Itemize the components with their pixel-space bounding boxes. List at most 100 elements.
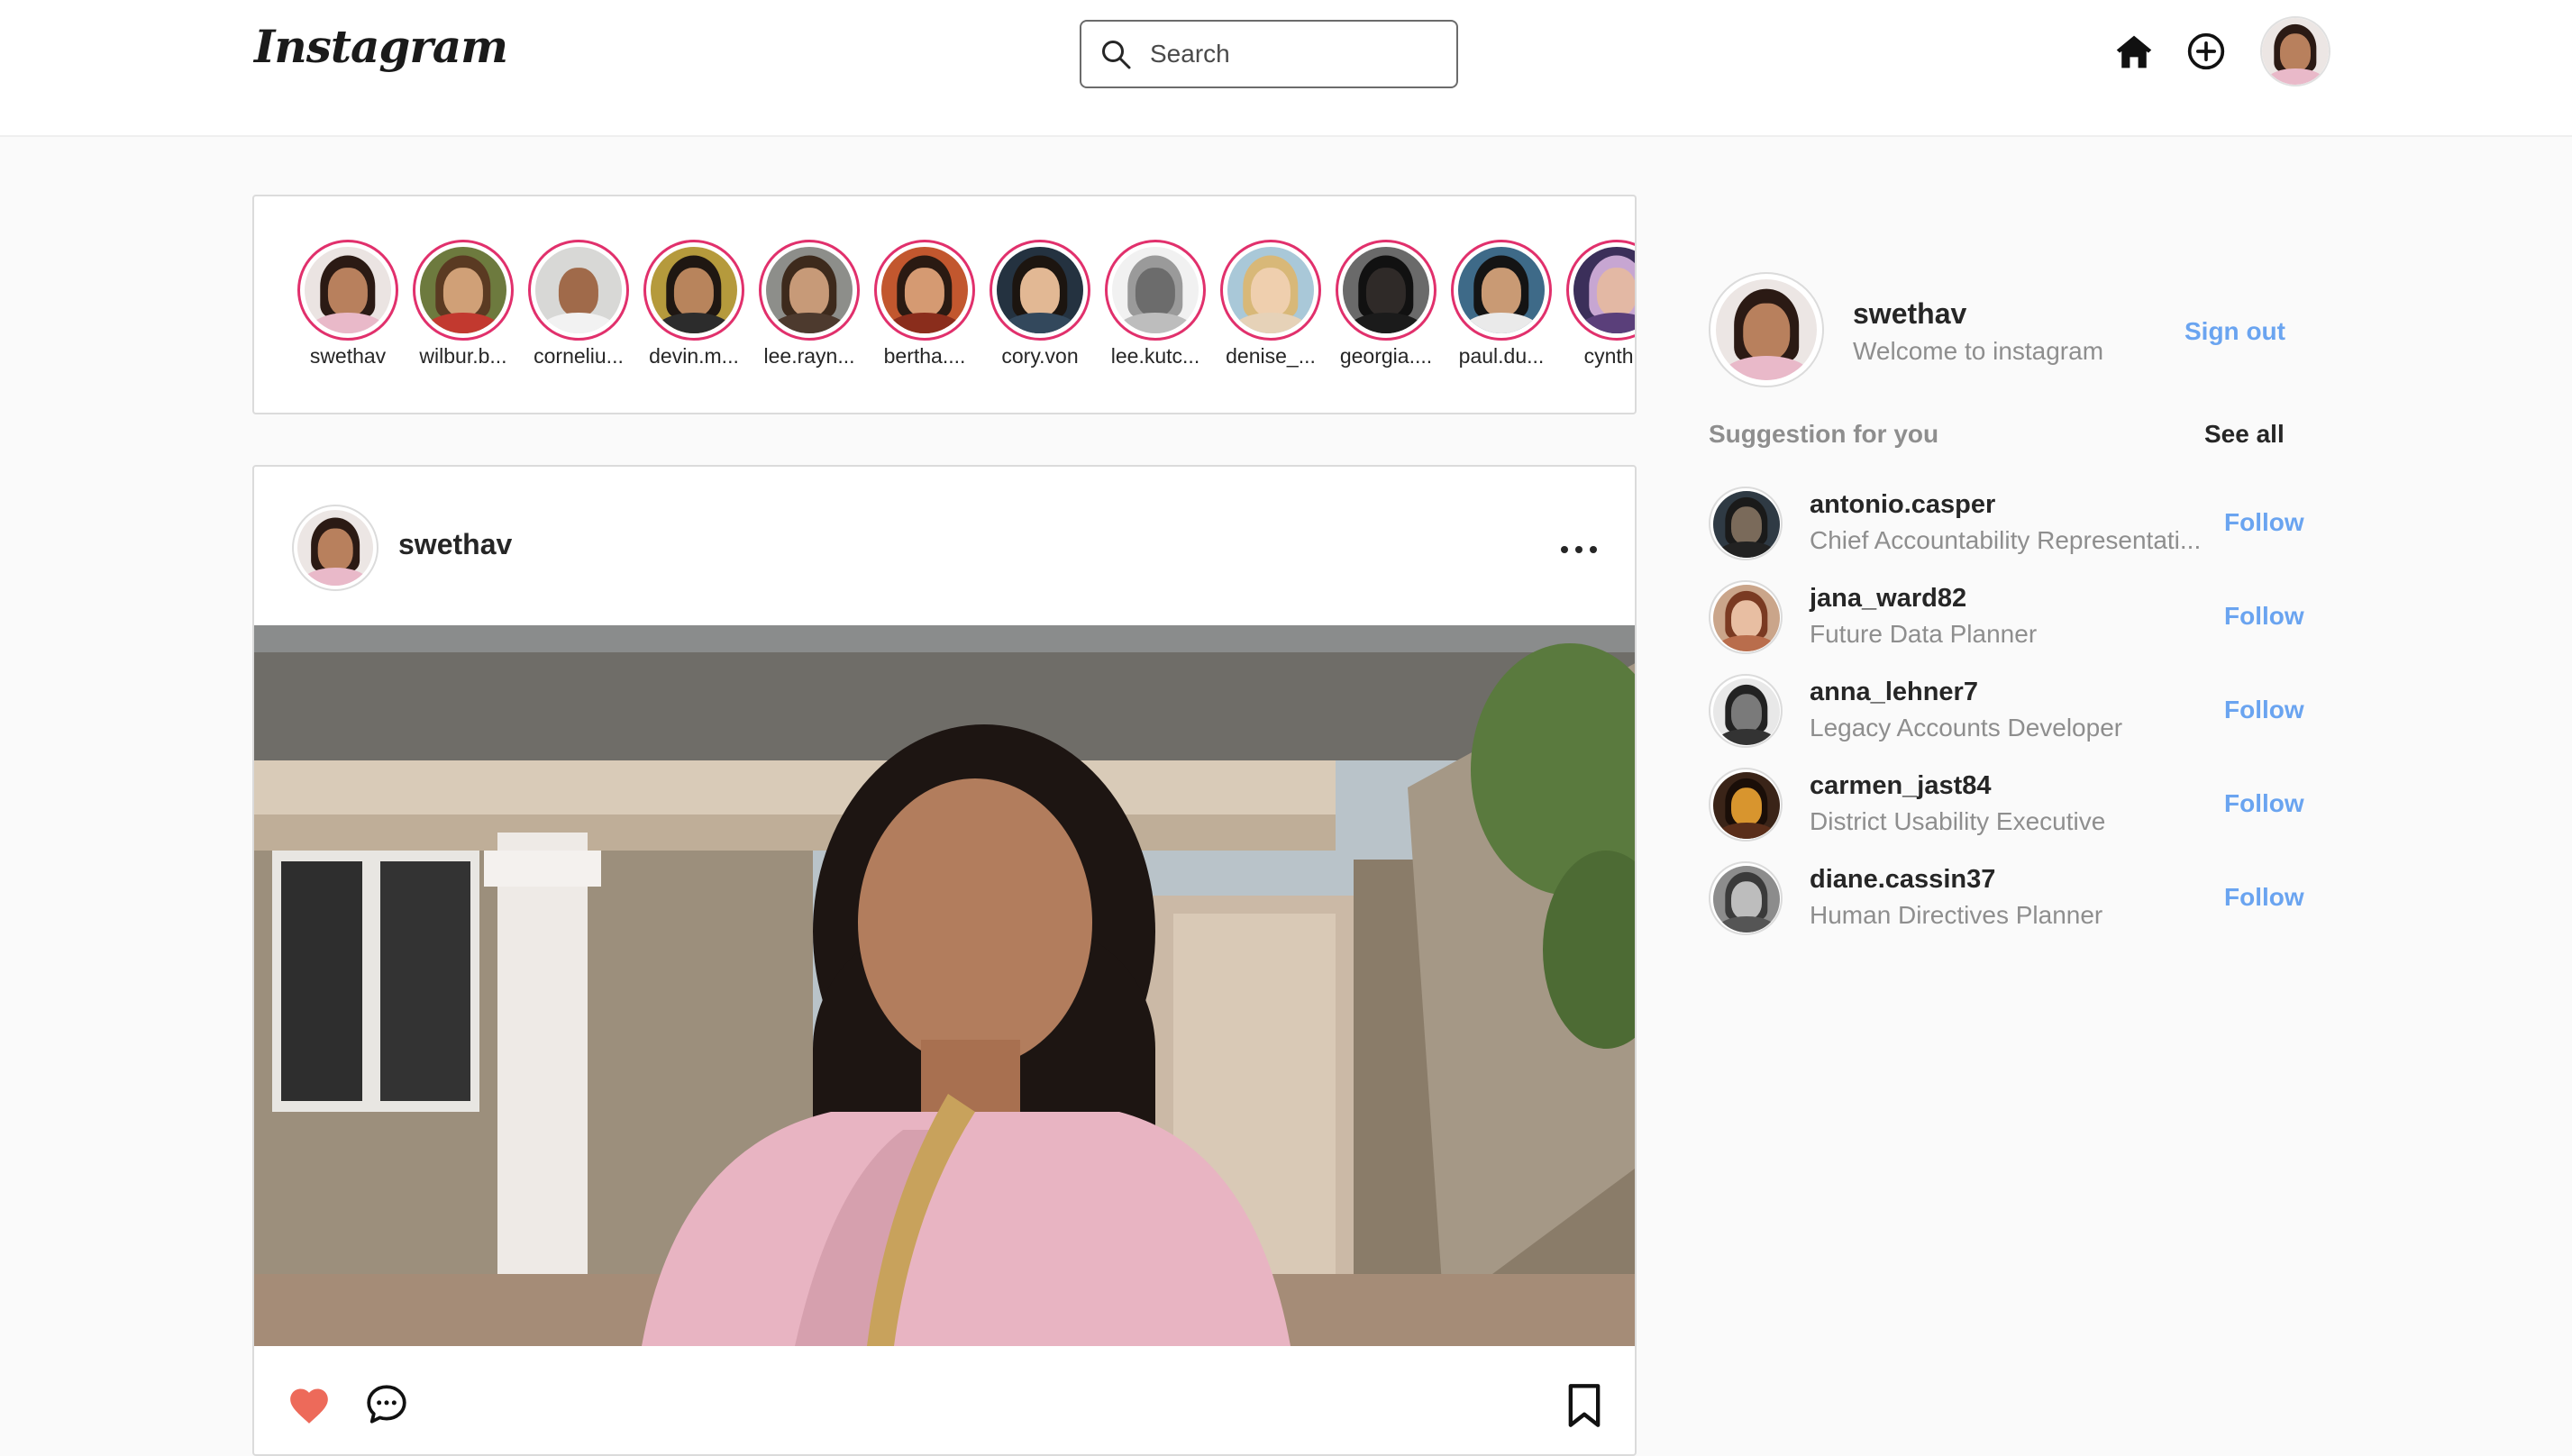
story-item[interactable]: wilbur.b... <box>409 240 517 369</box>
suggestion-username[interactable]: antonio.casper <box>1810 490 1995 520</box>
suggestions-title: Suggestion for you <box>1709 420 1939 448</box>
suggestion-username[interactable]: anna_lehner7 <box>1810 678 1978 707</box>
story-username: wilbur.b... <box>419 344 507 368</box>
current-user-avatar[interactable] <box>1709 272 1824 387</box>
story-username: devin.m... <box>649 344 739 368</box>
story-avatar <box>881 247 968 333</box>
post-actions-bar <box>254 1368 1635 1440</box>
story-ring <box>1451 240 1552 341</box>
story-item[interactable]: bertha.... <box>871 240 979 369</box>
story-avatar <box>1112 247 1199 333</box>
story-ring <box>759 240 860 341</box>
story-avatar <box>420 247 506 333</box>
story-username: cynthia <box>1583 344 1635 368</box>
suggestion-item: carmen_jast84 District Usability Executi… <box>1709 768 2321 861</box>
story-username: cory.von <box>1001 344 1079 368</box>
story-avatar <box>535 247 622 333</box>
instagram-logo[interactable]: Instagram <box>254 20 508 73</box>
suggestion-role: District Usability Executive <box>1810 807 2106 835</box>
story-item[interactable]: lee.rayn... <box>755 240 863 369</box>
story-username: corneliu... <box>534 344 624 368</box>
story-item[interactable]: georgia.... <box>1332 240 1440 369</box>
see-all-link[interactable]: See all <box>2204 420 2285 449</box>
suggestion-avatar[interactable] <box>1709 861 1783 935</box>
follow-button[interactable]: Follow <box>2224 696 2304 724</box>
suggestion-item: antonio.casper Chief Accountability Repr… <box>1709 487 2321 580</box>
story-ring <box>874 240 975 341</box>
feed-post: swethav <box>252 465 1637 1456</box>
story-item[interactable]: swethav <box>294 240 402 369</box>
story-username: lee.rayn... <box>763 344 855 368</box>
story-ring <box>1336 240 1436 341</box>
story-item[interactable]: corneliu... <box>524 240 633 369</box>
story-item[interactable]: lee.kutc... <box>1101 240 1209 369</box>
story-avatar <box>1343 247 1429 333</box>
suggestion-role: Legacy Accounts Developer <box>1810 714 2123 742</box>
suggestion-item: jana_ward82 Future Data Planner Follow <box>1709 580 2321 674</box>
profile-avatar[interactable] <box>2260 16 2330 86</box>
story-avatar <box>1458 247 1545 333</box>
suggestion-item: anna_lehner7 Legacy Accounts Developer F… <box>1709 674 2321 768</box>
sign-out-button[interactable]: Sign out <box>2184 317 2285 346</box>
current-user-subtitle: Welcome to instagram <box>1853 337 2104 365</box>
story-avatar <box>1573 247 1635 333</box>
suggestion-avatar[interactable] <box>1709 768 1783 842</box>
suggestion-item: diane.cassin37 Human Directives Planner … <box>1709 861 2321 955</box>
current-user-card: swethav Welcome to instagram Sign out <box>1709 272 2294 389</box>
suggestion-role: Chief Accountability Representati... <box>1810 526 2202 554</box>
story-ring <box>1220 240 1321 341</box>
suggestion-avatar[interactable] <box>1709 580 1783 654</box>
suggestion-role: Future Data Planner <box>1810 620 2038 648</box>
suggestion-username[interactable]: jana_ward82 <box>1810 584 1966 614</box>
story-avatar <box>305 247 391 333</box>
story-avatar <box>766 247 853 333</box>
follow-button[interactable]: Follow <box>2224 508 2304 537</box>
suggestions-list: antonio.casper Chief Accountability Repr… <box>1709 487 2321 955</box>
story-avatar <box>651 247 737 333</box>
suggestions-header: Suggestion for you See all <box>1709 420 2285 456</box>
story-username: georgia.... <box>1339 344 1433 368</box>
bookmark-icon[interactable] <box>1564 1382 1604 1429</box>
search-box[interactable] <box>1080 20 1458 88</box>
nav-icon-group <box>2114 16 2330 86</box>
top-navigation-bar: Instagram <box>0 0 2572 137</box>
follow-button[interactable]: Follow <box>2224 883 2304 912</box>
home-icon[interactable] <box>2114 32 2154 71</box>
suggestion-role: Human Directives Planner <box>1810 901 2103 929</box>
post-author-avatar[interactable] <box>292 505 379 591</box>
more-options-icon[interactable] <box>1557 544 1601 555</box>
story-item[interactable]: cory.von <box>986 240 1094 369</box>
story-item[interactable]: paul.du... <box>1447 240 1555 369</box>
story-ring <box>1566 240 1635 341</box>
story-username: paul.du... <box>1458 344 1545 368</box>
current-user-username[interactable]: swethav <box>1853 297 1966 331</box>
story-ring <box>643 240 744 341</box>
post-photo[interactable] <box>254 625 1637 1346</box>
story-username: bertha.... <box>883 344 966 368</box>
story-item[interactable]: cynthia <box>1563 240 1635 369</box>
story-username: swethav <box>309 344 387 368</box>
comment-icon[interactable] <box>364 1382 409 1427</box>
follow-button[interactable]: Follow <box>2224 789 2304 818</box>
story-ring <box>413 240 514 341</box>
story-username: denise_... <box>1226 344 1316 368</box>
story-ring <box>990 240 1090 341</box>
post-author-username[interactable]: swethav <box>398 528 512 561</box>
story-item[interactable]: devin.m... <box>640 240 748 369</box>
search-input[interactable] <box>1150 40 1438 68</box>
suggestion-avatar[interactable] <box>1709 487 1783 560</box>
search-icon <box>1102 41 1131 69</box>
stories-bar: swethav wilbur.b... corneliu... devin.m.… <box>252 195 1637 414</box>
story-username: lee.kutc... <box>1110 344 1200 368</box>
follow-button[interactable]: Follow <box>2224 602 2304 631</box>
story-ring <box>528 240 629 341</box>
story-avatar <box>997 247 1083 333</box>
story-item[interactable]: denise_... <box>1217 240 1325 369</box>
suggestion-username[interactable]: carmen_jast84 <box>1810 771 1992 801</box>
heart-icon[interactable] <box>287 1384 332 1425</box>
suggestion-username[interactable]: diane.cassin37 <box>1810 865 1995 895</box>
post-header: swethav <box>254 467 1635 625</box>
suggestion-avatar[interactable] <box>1709 674 1783 748</box>
plus-circle-icon[interactable] <box>2186 32 2226 71</box>
story-avatar <box>1227 247 1314 333</box>
